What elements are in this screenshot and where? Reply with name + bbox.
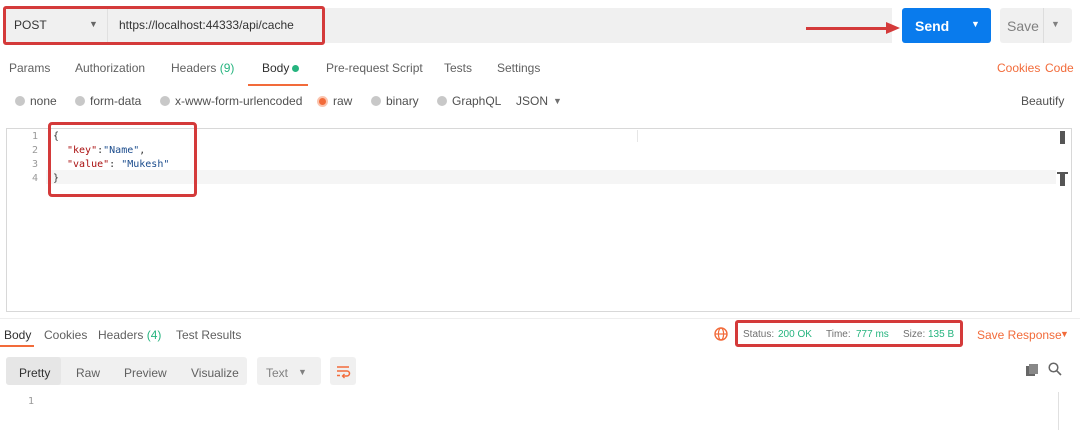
editor-scrollbar-thumb[interactable] [1060, 131, 1065, 144]
time-value[interactable]: 777 ms [856, 329, 889, 340]
tab-authorization[interactable]: Authorization [75, 61, 145, 75]
save-divider [1043, 8, 1044, 43]
view-preview-button[interactable]: Preview [124, 366, 167, 380]
format-chevron-icon[interactable]: ▼ [553, 96, 562, 106]
json-highlight-box [48, 122, 197, 197]
view-pretty-label: Pretty [19, 366, 51, 380]
response-scrollbar[interactable] [1058, 392, 1059, 430]
tab-params[interactable]: Params [9, 61, 50, 75]
radio-graphql[interactable] [437, 96, 447, 106]
tab-settings[interactable]: Settings [497, 61, 540, 75]
tab-body[interactable]: Body [262, 61, 289, 75]
response-tab-body[interactable]: Body [4, 328, 31, 342]
editor-guide-line [637, 130, 638, 142]
request-highlight-box [3, 6, 325, 45]
cookies-link[interactable]: Cookies [997, 61, 1040, 75]
radio-raw[interactable] [317, 96, 328, 107]
radio-graphql-label: GraphQL [452, 94, 502, 108]
size-label: Size: [903, 329, 926, 340]
line-number: 1 [31, 131, 38, 142]
copy-icon[interactable] [1026, 364, 1038, 376]
tab-active-indicator [248, 84, 308, 86]
response-tab-headers-label: Headers [98, 328, 144, 342]
save-response-chevron-icon[interactable]: ▼ [1060, 329, 1069, 339]
radio-none-label: none [30, 94, 57, 108]
tab-pre-request-script[interactable]: Pre-request Script [326, 61, 423, 75]
save-response-button[interactable]: Save Response [977, 328, 1062, 342]
code-link[interactable]: Code [1045, 61, 1074, 75]
chevron-down-icon: ▼ [298, 367, 307, 377]
time-label: Time: [826, 329, 851, 340]
search-icon[interactable] [1048, 362, 1062, 376]
line-number: 3 [31, 159, 38, 170]
status-value[interactable]: 200 OK [778, 329, 812, 340]
response-tab-active-indicator [0, 345, 34, 347]
response-format-label: Text [266, 366, 289, 380]
save-label: Save [1007, 18, 1039, 34]
text-cursor-icon-stem [1060, 173, 1065, 186]
active-line-highlight [46, 170, 1056, 184]
response-line-number: 1 [28, 396, 35, 407]
view-visualize-button[interactable]: Visualize [191, 366, 239, 380]
response-divider [0, 318, 1080, 319]
size-value[interactable]: 135 B [928, 329, 954, 340]
headers-count: (9) [219, 61, 235, 75]
radio-urlencoded-label: x-www-form-urlencoded [175, 94, 303, 108]
line-number: 2 [31, 145, 38, 156]
status-label: Status: [743, 329, 775, 340]
annotation-arrow-shaft [806, 27, 888, 30]
radio-form-data-label: form-data [90, 94, 142, 108]
response-tab-cookies[interactable]: Cookies [44, 328, 87, 342]
tab-tests[interactable]: Tests [444, 61, 472, 75]
send-options-chevron-icon[interactable]: ▼ [971, 19, 980, 29]
radio-binary[interactable] [371, 96, 381, 106]
wrap-lines-icon [335, 363, 351, 379]
tab-headers[interactable]: Headers (9) [171, 61, 234, 75]
response-tab-test-results[interactable]: Test Results [176, 328, 241, 342]
raw-format-select[interactable]: JSON [516, 94, 548, 108]
annotation-arrow-head [886, 22, 900, 34]
beautify-link[interactable]: Beautify [1021, 94, 1064, 108]
line-number: 4 [31, 173, 38, 184]
response-tab-headers[interactable]: Headers (4) [98, 328, 161, 342]
radio-form-data[interactable] [75, 96, 85, 106]
radio-urlencoded[interactable] [160, 96, 170, 106]
send-label: Send [915, 18, 950, 34]
globe-icon[interactable] [714, 327, 728, 344]
view-raw-button[interactable]: Raw [76, 366, 100, 380]
radio-none[interactable] [15, 96, 25, 106]
save-options-chevron-icon[interactable]: ▼ [1051, 19, 1060, 29]
response-headers-count: (4) [146, 328, 162, 342]
radio-binary-label: binary [386, 94, 419, 108]
body-active-dot [292, 65, 299, 72]
radio-raw-label: raw [333, 94, 353, 108]
tab-headers-label: Headers [171, 61, 217, 75]
